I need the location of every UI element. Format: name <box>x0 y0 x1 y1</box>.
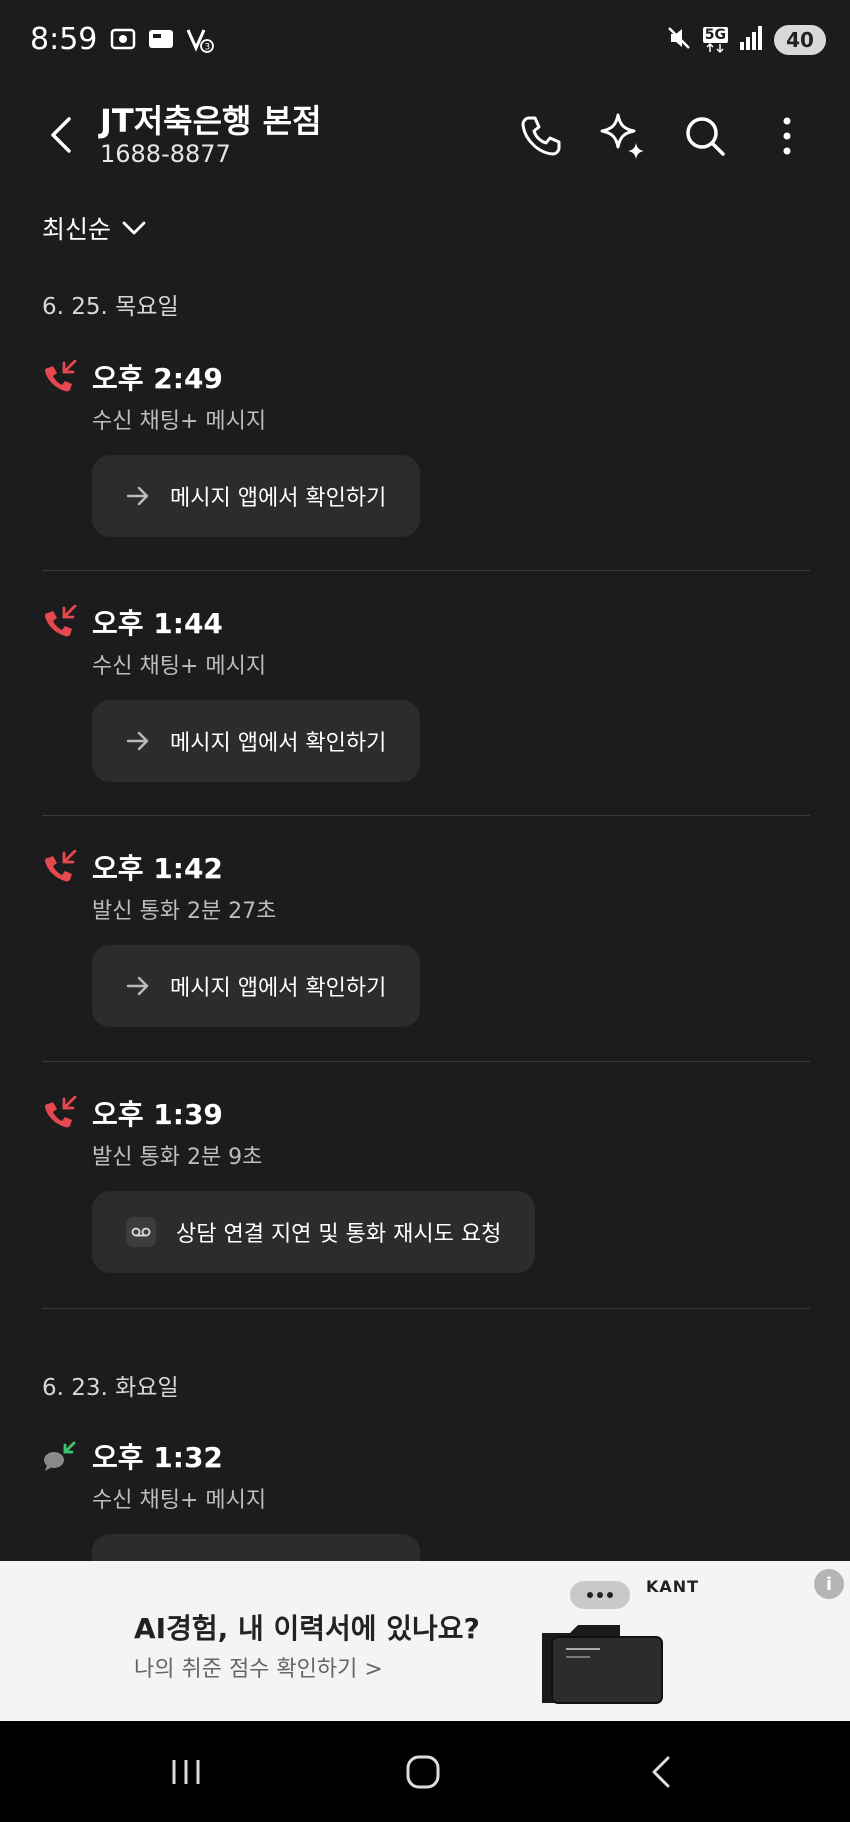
voicemail-summary-button[interactable]: 상담 연결 지연 및 통화 재시도 요청 <box>92 1191 536 1273</box>
system-nav-bar <box>0 1721 850 1822</box>
call-time: 오후 1:32 <box>92 1441 223 1474</box>
sort-dropdown[interactable]: 최신순 <box>42 210 147 246</box>
date-header: 6. 23. 화요일 <box>42 1375 179 1401</box>
arrow-right-icon <box>126 731 149 751</box>
header-actions <box>500 106 828 166</box>
call-row: 오후 1:32 <box>42 1434 810 1478</box>
divider <box>42 570 810 571</box>
open-in-messages-button[interactable]: 메시지 앱에서 확인하기 <box>92 700 421 782</box>
open-in-messages-button[interactable]: 메시지 앱에서 확인하기 <box>92 945 421 1027</box>
status-right-icons: 5G 40 <box>665 24 826 56</box>
ai-button[interactable] <box>582 106 664 166</box>
card-icon <box>146 24 176 58</box>
call-log-item[interactable]: 오후 1:42 발신 통화 2분 27초 메시지 앱에서 확인하기 <box>42 845 810 1027</box>
mute-icon <box>665 24 693 56</box>
call-time: 오후 2:49 <box>92 362 223 395</box>
call-button[interactable] <box>500 106 582 166</box>
nav-back-icon <box>652 1756 670 1788</box>
ad-subtitle[interactable]: 나의 취준 점수 확인하기 > <box>134 1651 383 1683</box>
date-header: 6. 25. 목요일 <box>42 294 179 320</box>
call-row: 오후 1:44 <box>42 600 810 644</box>
sort-label: 최신순 <box>42 215 112 244</box>
call-time: 오후 1:42 <box>92 852 223 885</box>
ad-title: AI경험, 내 이력서에 있나요? <box>134 1612 480 1645</box>
more-button[interactable] <box>746 106 828 166</box>
action-label: 메시지 앱에서 확인하기 <box>170 731 387 756</box>
arrow-right-icon <box>126 976 149 996</box>
ad-brand-logo: KANT <box>646 1577 700 1596</box>
contact-number: 1688-8877 <box>100 140 231 168</box>
incoming-chat-icon <box>42 1436 92 1476</box>
call-description: 발신 통화 2분 9초 <box>92 1145 263 1170</box>
network-5g-icon: 5G <box>702 27 728 53</box>
sparkle-icon <box>600 113 644 159</box>
ad-info-icon[interactable]: i <box>814 1569 844 1599</box>
nav-back-button[interactable] <box>621 1747 701 1797</box>
action-label: 메시지 앱에서 확인하기 <box>170 486 387 511</box>
divider <box>42 815 810 816</box>
status-bar: 8:59 3 5G 40 <box>0 0 850 82</box>
status-left-icons: 3 <box>108 24 214 58</box>
missed-call-icon <box>42 1093 92 1133</box>
signal-icon <box>738 24 764 56</box>
chevron-down-icon <box>122 221 146 235</box>
arrow-right-icon <box>126 486 149 506</box>
svg-text:3: 3 <box>205 43 211 53</box>
back-arrow-icon <box>51 117 71 153</box>
call-row: 오후 1:42 <box>42 845 810 889</box>
app-header: JT저축은행 본점 1688-8877 <box>0 92 850 202</box>
recent-apps-icon <box>172 1760 200 1784</box>
network-label: 5G <box>702 27 728 43</box>
home-button[interactable] <box>383 1747 463 1797</box>
call-description: 수신 채팅+ 메시지 <box>92 1488 267 1513</box>
home-icon <box>406 1755 440 1789</box>
call-log-item[interactable]: 오후 1:39 발신 통화 2분 9초 상담 연결 지연 및 통화 재시도 요청 <box>42 1091 810 1273</box>
more-icon <box>783 117 791 155</box>
call-row: 오후 2:49 <box>42 355 810 399</box>
open-in-messages-button[interactable]: 메시지 앱에서 확인하기 <box>92 455 421 537</box>
status-time: 8:59 <box>30 22 98 57</box>
recent-apps-button[interactable] <box>146 1747 226 1797</box>
search-button[interactable] <box>664 106 746 166</box>
call-time: 오후 1:44 <box>92 607 223 640</box>
call-description: 발신 통화 2분 27초 <box>92 899 277 924</box>
screenshot-icon <box>108 24 138 58</box>
divider <box>42 1308 810 1309</box>
voicemail-icon <box>126 1217 156 1247</box>
missed-call-icon <box>42 357 92 397</box>
vpn-icon: 3 <box>184 24 214 58</box>
call-row: 오후 1:39 <box>42 1091 810 1135</box>
call-log-item[interactable]: 오후 1:44 수신 채팅+ 메시지 메시지 앱에서 확인하기 <box>42 600 810 782</box>
missed-call-icon <box>42 602 92 642</box>
contact-name: JT저축은행 본점 <box>100 102 322 140</box>
action-label: 상담 연결 지연 및 통화 재시도 요청 <box>176 1222 502 1247</box>
call-description: 수신 채팅+ 메시지 <box>92 654 267 679</box>
phone-icon <box>521 116 561 156</box>
ad-banner[interactable]: AI경험, 내 이력서에 있나요? 나의 취준 점수 확인하기 > KANT i <box>0 1561 850 1721</box>
battery-indicator: 40 <box>774 25 826 55</box>
divider <box>42 1061 810 1062</box>
search-icon <box>686 117 725 156</box>
call-description: 수신 채팅+ 메시지 <box>92 409 267 434</box>
call-time: 오후 1:39 <box>92 1098 223 1131</box>
back-button[interactable] <box>40 110 80 160</box>
action-label: 메시지 앱에서 확인하기 <box>170 976 387 1001</box>
call-log-item[interactable]: 오후 2:49 수신 채팅+ 메시지 메시지 앱에서 확인하기 <box>42 355 810 537</box>
missed-call-icon <box>42 847 92 887</box>
